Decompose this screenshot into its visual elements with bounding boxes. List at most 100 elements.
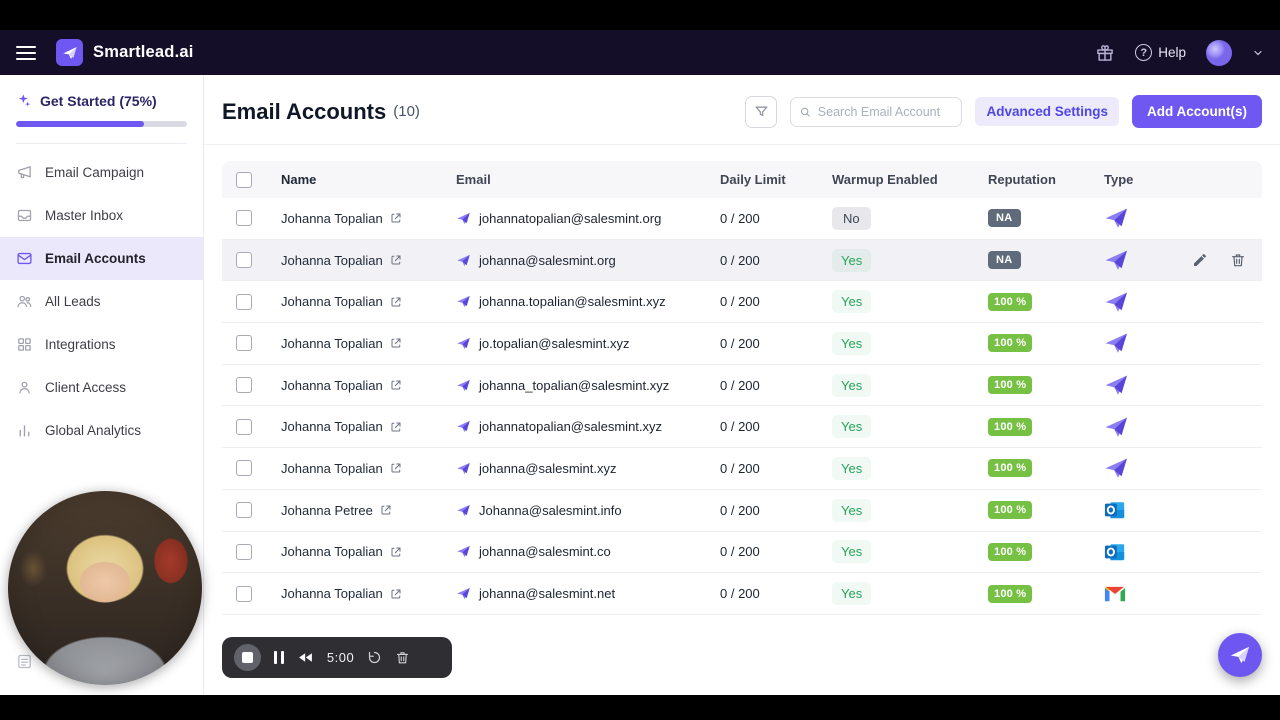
table-row[interactable]: Johanna Topalian johanna@salesmint.co 0 … [222, 531, 1262, 574]
main-content: Email Accounts (10) Advanced Settings Ad… [204, 75, 1280, 695]
account-name: Johanna Topalian [281, 294, 383, 310]
row-checkbox[interactable] [236, 252, 252, 269]
smartlead-logo-icon [56, 39, 83, 66]
row-checkbox[interactable] [236, 293, 252, 310]
account-email: johanna.topalian@salesmint.xyz [479, 294, 666, 310]
send-icon [457, 421, 470, 433]
sidebar-item-email-accounts[interactable]: Email Accounts [0, 237, 203, 280]
gmail-type-icon [1104, 585, 1126, 602]
sidebar-item-master-inbox[interactable]: Master Inbox [0, 194, 203, 237]
account-email: Johanna@salesmint.info [479, 502, 622, 518]
brand[interactable]: Smartlead.ai [56, 39, 194, 66]
table-row[interactable]: Johanna Topalian johanna@salesmint.xyz 0… [222, 448, 1262, 490]
external-link-icon[interactable] [390, 588, 402, 600]
smartlead-type-icon [1104, 248, 1128, 272]
reputation-badge: 100 % [988, 542, 1033, 561]
sidebar-item-email-campaign[interactable]: Email Campaign [0, 151, 203, 194]
row-checkbox[interactable] [236, 502, 252, 519]
table-body: Johanna Topalian johannatopalian@salesmi… [222, 198, 1262, 615]
table-row[interactable]: Johanna Topalian johanna.topalian@salesm… [222, 281, 1262, 324]
smartlead-type-icon [1104, 373, 1128, 397]
daily-limit: 0 / 200 [720, 377, 760, 393]
discard-button[interactable] [395, 650, 410, 665]
external-link-icon[interactable] [390, 421, 402, 433]
search-input[interactable] [817, 104, 954, 119]
webcam-overlay[interactable] [8, 491, 202, 685]
table-row[interactable]: Johanna Topalian jo.topalian@salesmint.x… [222, 323, 1262, 365]
account-name: Johanna Topalian [281, 335, 383, 351]
sidebar-item-client-access[interactable]: Client Access [0, 366, 203, 409]
sidebar-item-integrations[interactable]: Integrations [0, 323, 203, 366]
recording-time: 5:00 [326, 650, 355, 665]
table-row[interactable]: Johanna Topalian johannatopalian@salesmi… [222, 198, 1262, 240]
account-name: Johanna Topalian [281, 419, 383, 435]
row-checkbox[interactable] [236, 460, 252, 477]
reputation-badge: 100 % [988, 417, 1033, 436]
sidebar-item-global-analytics[interactable]: Global Analytics [0, 409, 203, 452]
warmup-status: Yes [832, 373, 872, 397]
get-started-section[interactable]: Get Started (75%) [0, 75, 203, 144]
external-link-icon[interactable] [380, 504, 392, 516]
account-name: Johanna Topalian [281, 377, 383, 393]
smartlead-type-icon [1104, 456, 1128, 480]
row-checkbox[interactable] [236, 335, 252, 352]
table-row[interactable]: Johanna Topalian johanna@salesmint.org 0… [222, 239, 1262, 282]
send-icon [457, 546, 470, 558]
daily-limit: 0 / 200 [720, 586, 760, 602]
external-link-icon[interactable] [390, 546, 402, 558]
add-account-button[interactable]: Add Account(s) [1132, 95, 1262, 128]
restart-button[interactable] [367, 650, 382, 665]
account-count: (10) [393, 103, 420, 120]
gift-icon[interactable] [1095, 43, 1115, 63]
delete-icon[interactable] [1230, 252, 1246, 268]
avatar[interactable] [1206, 39, 1232, 66]
select-all-checkbox[interactable] [236, 171, 252, 188]
warmup-status: Yes [832, 456, 872, 480]
row-checkbox[interactable] [236, 210, 252, 227]
hamburger-icon[interactable] [16, 45, 36, 60]
sidebar-item-label: Integrations [45, 337, 116, 352]
reputation-badge: 100 % [988, 584, 1033, 603]
account-email: johanna@salesmint.co [479, 544, 611, 560]
external-link-icon[interactable] [390, 379, 402, 391]
stop-button[interactable] [234, 644, 261, 671]
sidebar-item-all-leads[interactable]: All Leads [0, 280, 203, 323]
external-link-icon[interactable] [390, 296, 402, 308]
external-link-icon[interactable] [390, 212, 402, 224]
warmup-status: Yes [832, 540, 872, 564]
bar-chart-icon [19, 425, 30, 437]
rewind-button[interactable] [297, 649, 314, 666]
megaphone-icon [18, 166, 31, 179]
smartlead-type-icon [1104, 206, 1128, 230]
reputation-badge: NA [988, 251, 1021, 270]
table-row[interactable]: Johanna Topalian johanna_topalian@salesm… [222, 364, 1262, 407]
search-icon [801, 107, 811, 117]
edit-icon[interactable] [1192, 252, 1208, 268]
sidebar-item-label: Global Analytics [45, 423, 142, 438]
table-row[interactable]: Johanna Topalian johanna@salesmint.net 0… [222, 573, 1262, 615]
chat-widget-button[interactable] [1218, 633, 1262, 677]
account-email: johannatopalian@salesmint.org [479, 210, 662, 226]
external-link-icon[interactable] [390, 337, 402, 349]
row-checkbox[interactable] [236, 377, 252, 394]
account-name: Johanna Topalian [281, 544, 383, 560]
send-icon [457, 379, 470, 391]
send-icon [457, 462, 470, 475]
row-checkbox[interactable] [236, 543, 252, 560]
advanced-settings-button[interactable]: Advanced Settings [975, 97, 1119, 126]
account-email: johannatopalian@salesmint.xyz [479, 419, 663, 435]
chevron-down-icon[interactable] [1252, 47, 1264, 59]
table-row[interactable]: Johanna Topalian johannatopalian@salesmi… [222, 406, 1262, 449]
external-link-icon[interactable] [390, 254, 402, 266]
smartlead-type-icon [1104, 415, 1128, 439]
pause-button[interactable] [274, 651, 284, 664]
sidebar-item-label: All Leads [45, 294, 101, 309]
search-box[interactable] [790, 96, 963, 127]
filter-button[interactable] [745, 95, 778, 128]
help-button[interactable]: ? Help [1135, 44, 1186, 61]
row-checkbox[interactable] [236, 585, 252, 602]
notes-icon[interactable] [16, 653, 33, 670]
external-link-icon[interactable] [390, 462, 402, 474]
table-row[interactable]: Johanna Petree Johanna@salesmint.info 0 … [222, 489, 1262, 532]
row-checkbox[interactable] [236, 418, 252, 435]
